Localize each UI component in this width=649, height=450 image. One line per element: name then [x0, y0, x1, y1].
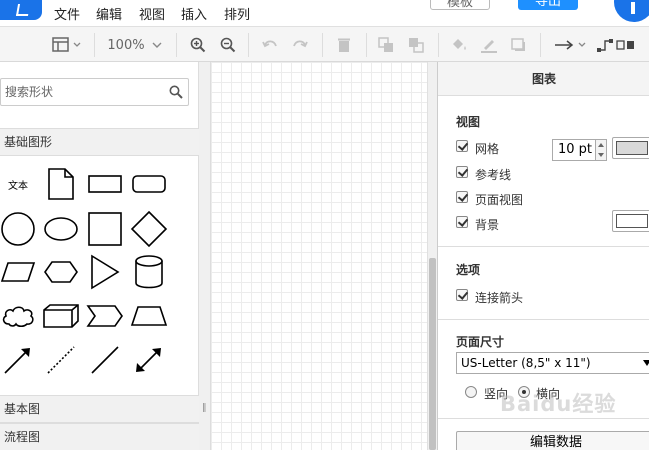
menu-file[interactable]: 文件 — [54, 4, 80, 23]
delete-icon[interactable] — [334, 35, 354, 55]
sidebar-scrollbar[interactable] — [199, 62, 211, 450]
page-size-select[interactable]: US-Letter (8,5" x 11") — [456, 352, 649, 374]
resize-grip-icon[interactable]: ‖ — [202, 403, 207, 413]
shadow-icon[interactable] — [508, 35, 530, 55]
app-logo[interactable] — [0, 0, 42, 20]
shape-rounded-rectangle[interactable] — [130, 166, 168, 202]
format-panel-icon[interactable] — [50, 35, 84, 55]
waypoints-icon[interactable] — [596, 35, 636, 55]
panel-tab-diagram[interactable]: 图表 — [438, 62, 649, 96]
to-front-icon[interactable] — [376, 35, 396, 55]
panel-divider — [438, 246, 649, 247]
options-section-title: 选项 — [456, 263, 481, 277]
drawio-window: 文件 编辑 视图 插入 排列 模板 导出 100% 搜索形状 基础图形 文本 基… — [0, 0, 649, 450]
view-section-title: 视图 — [456, 115, 481, 129]
search-box[interactable] — [0, 78, 189, 106]
undo-icon[interactable] — [260, 35, 280, 55]
shape-triangle[interactable] — [86, 254, 124, 290]
menu-view[interactable]: 视图 — [139, 4, 165, 23]
shape-text[interactable]: 文本 — [0, 166, 36, 202]
shape-trapezoid[interactable] — [130, 298, 168, 334]
shape-diamond[interactable] — [130, 210, 168, 248]
shape-cloud[interactable] — [0, 298, 36, 334]
shape-square[interactable] — [86, 210, 124, 248]
section-basic-shapes[interactable]: 基础图形 — [0, 128, 199, 156]
shape-line[interactable] — [86, 342, 124, 378]
canvas-scrollbar[interactable] — [427, 62, 437, 450]
page-size-section-title: 页面尺寸 — [456, 335, 505, 349]
template-button[interactable]: 模板 — [430, 0, 490, 10]
zoom-in-icon[interactable] — [188, 35, 208, 55]
shape-bidirectional-arrow[interactable] — [130, 342, 168, 378]
drawing-canvas[interactable] — [211, 62, 427, 450]
search-input[interactable] — [5, 83, 155, 101]
grid-color-button[interactable] — [612, 137, 649, 159]
page-view-checkbox[interactable] — [456, 191, 468, 203]
menubar: 文件 编辑 视图 插入 排列 模板 导出 — [0, 0, 649, 26]
connection-arrows-label: 连接箭头 — [475, 291, 524, 305]
background-color-button[interactable] — [612, 210, 649, 232]
zoom-select[interactable]: 100% — [104, 35, 166, 55]
zoom-value: 100% — [107, 37, 145, 53]
connection-arrow-icon[interactable] — [552, 35, 590, 55]
chevron-down-icon — [643, 360, 649, 366]
background-label: 背景 — [475, 218, 500, 232]
shape-parallelogram[interactable] — [0, 254, 36, 290]
toolbar: 100% — [0, 26, 649, 62]
shape-ellipse[interactable] — [42, 210, 80, 248]
page-view-label: 页面视图 — [475, 193, 524, 207]
grid-size-input[interactable]: 10 pt — [552, 139, 598, 161]
shape-note[interactable] — [44, 166, 78, 202]
to-back-icon[interactable] — [406, 35, 426, 55]
avatar[interactable] — [614, 0, 649, 22]
shape-rectangle[interactable] — [86, 166, 124, 202]
line-color-icon[interactable] — [478, 35, 500, 55]
shape-hexagon[interactable] — [42, 254, 80, 290]
shape-cube[interactable] — [42, 298, 80, 334]
redo-icon[interactable] — [290, 35, 310, 55]
chevron-down-icon — [152, 42, 162, 48]
shape-dotted-line[interactable] — [42, 342, 80, 378]
background-checkbox[interactable] — [456, 216, 468, 228]
section-flowchart[interactable]: 流程图 — [0, 423, 199, 450]
shape-directional-arrow[interactable] — [0, 342, 36, 378]
menu-edit[interactable]: 编辑 — [96, 4, 122, 23]
toolbar-separator — [176, 33, 177, 57]
toolbar-separator — [94, 33, 95, 57]
shape-step[interactable] — [86, 298, 124, 334]
panel-divider — [438, 319, 649, 320]
shape-sidebar: 基础图形 文本 — [0, 62, 199, 450]
connection-arrows-checkbox[interactable] — [456, 289, 468, 301]
toolbar-separator — [540, 33, 541, 57]
grid-label: 网格 — [475, 142, 500, 156]
edit-data-button[interactable]: 编辑数据 — [456, 431, 649, 450]
shape-cylinder[interactable] — [130, 254, 168, 290]
portrait-radio[interactable] — [465, 386, 477, 398]
toolbar-separator — [366, 33, 367, 57]
fill-color-icon[interactable] — [448, 35, 470, 55]
guides-label: 参考线 — [475, 168, 512, 182]
zoom-out-icon[interactable] — [218, 35, 238, 55]
shape-circle[interactable] — [0, 210, 36, 248]
export-button[interactable]: 导出 — [518, 0, 578, 10]
toolbar-separator — [322, 33, 323, 57]
guides-checkbox[interactable] — [456, 166, 468, 178]
menu-arrange[interactable]: 排列 — [224, 4, 250, 23]
canvas-scrollbar-thumb[interactable] — [429, 258, 436, 450]
baidu-watermark: Baidu经验 — [500, 392, 617, 416]
toolbar-separator — [248, 33, 249, 57]
search-icon[interactable] — [169, 85, 183, 99]
panel-divider — [438, 418, 649, 419]
page-size-value: US-Letter (8,5" x 11") — [461, 356, 591, 370]
section-basic-diagrams[interactable]: 基本图 — [0, 395, 199, 423]
menu-insert[interactable]: 插入 — [181, 4, 207, 23]
grid-checkbox[interactable] — [456, 140, 468, 152]
shape-text-label: 文本 — [8, 180, 28, 192]
grid-size-stepper[interactable] — [595, 139, 607, 161]
toolbar-separator — [438, 33, 439, 57]
